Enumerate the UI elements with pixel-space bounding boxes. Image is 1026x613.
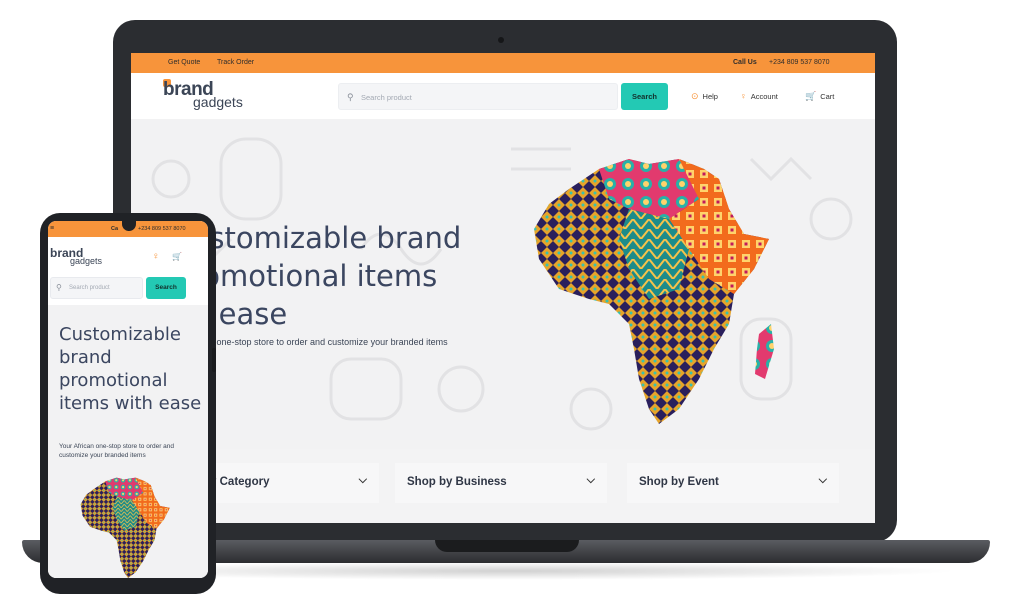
- phone-side-button: [212, 348, 216, 372]
- hero-title-line-2: romotional items: [191, 259, 438, 293]
- search-input[interactable]: ⚲ Search product: [338, 83, 618, 110]
- shop-by-category-dropdown[interactable]: by Category ⌵: [191, 463, 379, 503]
- account-link[interactable]: ♀ Account: [740, 91, 778, 101]
- mobile-search-button[interactable]: Search: [146, 277, 186, 299]
- search-button[interactable]: Search: [621, 83, 668, 110]
- search-icon: ⚲: [347, 92, 354, 102]
- search-icon: ⚲: [56, 283, 62, 292]
- shop-by-event-dropdown[interactable]: Shop by Event ⌵: [627, 463, 839, 503]
- hero-title-line-3: h ease: [191, 297, 288, 331]
- site-header: brand gadgets ⚲ Search product Search ⊙ H…: [131, 73, 875, 119]
- hero-title-line-1: ustomizable brand: [191, 221, 462, 255]
- laptop-notch: [435, 540, 579, 552]
- help-label: Help: [702, 92, 718, 101]
- search-placeholder: Search product: [361, 93, 412, 102]
- mobile-search-input[interactable]: ⚲ Search product: [50, 277, 143, 299]
- cart-icon[interactable]: 🛒: [172, 252, 182, 261]
- chevron-down-icon: ⌵: [358, 474, 367, 486]
- call-us-label: Call Us: [733, 59, 757, 66]
- mockup-stage: Get Quote Track Order Call Us +234 809 5…: [0, 0, 1026, 613]
- cart-link[interactable]: 🛒 Cart: [805, 91, 834, 102]
- help-link[interactable]: ⊙ Help: [691, 91, 718, 102]
- hero-subtitle: n one-stop store to order and customize …: [209, 337, 448, 347]
- cart-label: Cart: [820, 92, 835, 101]
- phone-screen: ≡ Ca +234 809 537 8070 brand gadgets ♀ 🛒…: [48, 221, 208, 578]
- get-quote-link[interactable]: Get Quote: [168, 59, 200, 66]
- logo-gadgets-text: gadgets: [193, 94, 243, 110]
- help-icon: ⊙: [691, 91, 699, 101]
- mobile-hero-subtitle: Your African one-stop store to order and…: [59, 443, 175, 459]
- user-icon[interactable]: ♀: [152, 251, 160, 262]
- top-bar: Get Quote Track Order Call Us +234 809 5…: [131, 53, 875, 73]
- shop-menu-row: by Category ⌵ Shop by Business ⌵ Shop by…: [131, 449, 875, 523]
- mobile-hero: Customizable brand promotional items wit…: [48, 305, 208, 578]
- shop-by-business-dropdown[interactable]: Shop by Business ⌵: [395, 463, 607, 503]
- phone-number[interactable]: +234 809 537 8070: [769, 59, 830, 66]
- mobile-header: brand gadgets ♀ 🛒: [48, 237, 208, 275]
- mobile-phone-number[interactable]: +234 809 537 8070: [138, 226, 186, 232]
- africa-map-image: [534, 159, 774, 424]
- track-order-link[interactable]: Track Order: [217, 59, 254, 66]
- laptop-camera: [498, 37, 504, 43]
- shop-business-label: Shop by Business: [407, 476, 507, 488]
- mobile-africa-map-image: [80, 477, 170, 578]
- cart-icon: 🛒: [805, 91, 817, 101]
- laptop-screen: Get Quote Track Order Call Us +234 809 5…: [131, 53, 875, 523]
- shop-event-label: Shop by Event: [639, 476, 719, 488]
- user-icon: ♀: [740, 91, 747, 101]
- hero-title: ustomizable brand romotional items h eas…: [191, 219, 511, 333]
- mobile-call-label: Ca: [111, 226, 119, 232]
- hamburger-icon[interactable]: ≡: [50, 225, 54, 232]
- mobile-logo-gadgets[interactable]: gadgets: [70, 256, 102, 266]
- chevron-down-icon: ⌵: [586, 474, 595, 486]
- hero-banner: ustomizable brand romotional items h eas…: [131, 119, 875, 449]
- brand-logo[interactable]: brand gadgets: [163, 79, 263, 115]
- mobile-search-placeholder: Search product: [69, 285, 110, 291]
- chevron-down-icon: ⌵: [818, 474, 827, 486]
- account-label: Account: [750, 92, 778, 101]
- mobile-hero-title: Customizable brand promotional items wit…: [59, 324, 202, 414]
